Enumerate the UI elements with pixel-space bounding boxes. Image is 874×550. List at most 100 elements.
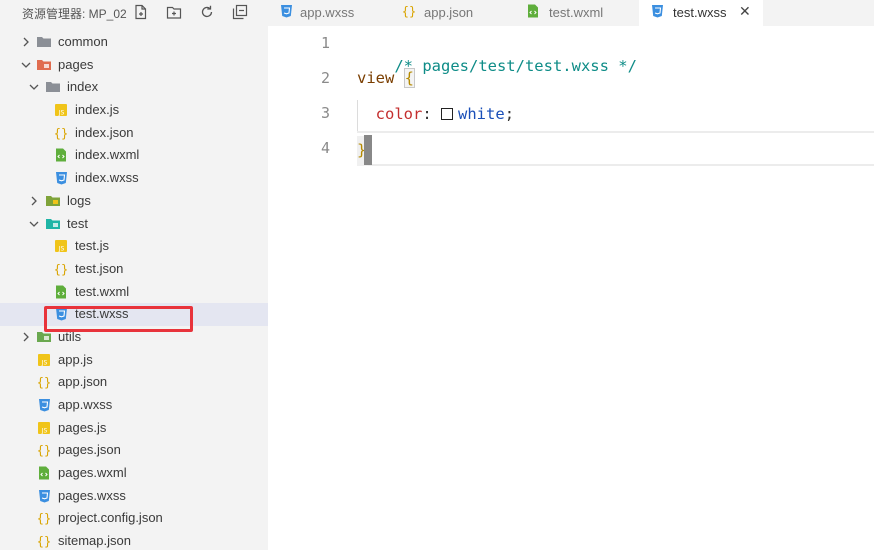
logs-folder-icon <box>45 193 61 209</box>
chevron-down-icon[interactable] <box>28 81 40 93</box>
tree-item-label: utils <box>58 328 82 344</box>
new-folder-icon[interactable] <box>166 4 182 20</box>
code-property: color <box>375 105 423 123</box>
json-file-icon: {} <box>36 533 52 549</box>
tab-app-wxss[interactable]: app.wxss <box>268 0 391 26</box>
chevron-right-icon[interactable] <box>28 195 40 207</box>
tree-file-index-js[interactable]: JS index.js <box>0 99 268 122</box>
tree-file-pages-js[interactable]: JS pages.js <box>0 417 268 440</box>
code-semicolon: ; <box>504 105 515 123</box>
explorer-title: 资源管理器: MP_02 <box>22 7 127 21</box>
tree-file-app-json[interactable]: {} app.json <box>0 371 268 394</box>
js-file-icon: JS <box>53 102 69 118</box>
tree-item-label: index.wxml <box>75 147 140 163</box>
close-icon[interactable]: ✕ <box>739 3 751 19</box>
tree-folder-utils[interactable]: utils <box>0 326 268 349</box>
tree-folder-index[interactable]: index <box>0 76 268 99</box>
refresh-icon[interactable] <box>199 4 215 20</box>
wxss-file-icon <box>36 488 52 504</box>
tree-item-label: logs <box>67 192 91 208</box>
line-number: 3 <box>320 104 330 122</box>
tree-file-pages-wxml[interactable]: pages.wxml <box>0 462 268 485</box>
wxss-file-icon <box>36 397 52 413</box>
color-swatch[interactable] <box>441 108 454 120</box>
chevron-down-icon[interactable] <box>20 59 32 71</box>
line-number: 4 <box>320 139 330 157</box>
tree-file-index-wxss[interactable]: index.wxss <box>0 167 268 190</box>
tab-label: test.wxml <box>549 5 604 20</box>
tree-item-label: sitemap.json <box>58 533 131 549</box>
folder-icon <box>36 34 52 50</box>
file-tree: common pages index JS index.js {} index.… <box>0 31 268 550</box>
collapse-all-icon[interactable] <box>232 4 248 20</box>
tree-file-test-wxml[interactable]: test.wxml <box>0 281 268 304</box>
tree-folder-common[interactable]: common <box>0 31 268 54</box>
tree-file-test-wxss[interactable]: test.wxss <box>0 303 268 326</box>
wxml-file-icon <box>36 465 52 481</box>
tab-app-json[interactable]: {} app.json <box>391 0 515 26</box>
utils-folder-icon <box>36 329 52 345</box>
code-value: white <box>458 105 505 123</box>
tree-item-label: pages.js <box>58 419 107 435</box>
tree-item-label: app.wxss <box>58 397 113 412</box>
tree-file-index-wxml[interactable]: index.wxml <box>0 144 268 167</box>
json-file-icon: {} <box>401 3 417 19</box>
tree-file-project-config-json[interactable]: {} project.config.json <box>0 507 268 530</box>
tree-folder-test[interactable]: test <box>0 213 268 236</box>
tree-file-sitemap-json[interactable]: {} sitemap.json <box>0 530 268 550</box>
tree-file-test-json[interactable]: {} test.json <box>0 258 268 281</box>
editor-tab-bar: app.wxss {} app.json test.wxml test.wxss… <box>268 0 874 26</box>
chevron-right-icon[interactable] <box>20 36 32 48</box>
svg-text:JS: JS <box>41 359 48 366</box>
explorer-header: 资源管理器: MP_02 <box>0 0 268 26</box>
chevron-right-icon[interactable] <box>20 331 32 343</box>
tree-folder-pages[interactable]: pages <box>0 54 268 77</box>
js-file-icon: JS <box>53 238 69 254</box>
tree-file-index-json[interactable]: {} index.json <box>0 122 268 145</box>
text-cursor <box>364 135 372 165</box>
tab-label: app.json <box>424 5 474 20</box>
json-file-icon: {} <box>53 261 69 277</box>
tree-item-label: project.config.json <box>58 510 163 526</box>
svg-text:JS: JS <box>58 110 65 117</box>
tree-item-label: test.js <box>75 238 109 254</box>
json-file-icon: {} <box>36 442 52 458</box>
test-folder-icon <box>45 216 61 232</box>
tree-file-test-js[interactable]: JS test.js <box>0 235 268 258</box>
svg-text:{}: {} <box>402 5 416 19</box>
chevron-down-icon[interactable] <box>28 218 40 230</box>
wxss-file-icon <box>278 3 294 19</box>
wxss-file-icon <box>53 306 69 322</box>
new-file-icon[interactable] <box>133 4 149 20</box>
svg-text:{}: {} <box>54 262 68 276</box>
code-line-3: color: white; <box>357 103 514 125</box>
tab-test-wxss[interactable]: test.wxss ✕ <box>639 0 763 26</box>
code-editor[interactable]: 1 2 3 4 /* pages/test/test.wxss */ view … <box>268 26 874 550</box>
js-file-icon: JS <box>36 420 52 436</box>
tree-file-app-wxss[interactable]: app.wxss <box>0 394 268 417</box>
tab-test-wxml[interactable]: test.wxml <box>515 0 639 26</box>
tree-item-label: pages <box>58 56 94 72</box>
svg-text:JS: JS <box>41 427 48 434</box>
wxml-file-icon <box>525 3 541 19</box>
svg-text:{}: {} <box>37 444 51 458</box>
tree-file-pages-json[interactable]: {} pages.json <box>0 439 268 462</box>
json-file-icon: {} <box>36 510 52 526</box>
tab-label: test.wxss <box>673 5 727 20</box>
tree-item-label: index.wxss <box>75 170 139 186</box>
tree-item-label: pages.json <box>58 442 121 458</box>
wxml-file-icon <box>53 284 69 300</box>
line-number: 2 <box>320 69 330 87</box>
svg-text:{}: {} <box>37 535 51 549</box>
code-brace-open: { <box>403 68 416 88</box>
current-line-highlight <box>357 131 874 166</box>
wxml-file-icon <box>53 147 69 163</box>
tree-folder-logs[interactable]: logs <box>0 190 268 213</box>
svg-text:{}: {} <box>37 376 51 390</box>
tree-file-app-js[interactable]: JS app.js <box>0 349 268 372</box>
tab-label: app.wxss <box>300 5 355 20</box>
tree-item-label: app.js <box>58 351 93 367</box>
tree-file-pages-wxss[interactable]: pages.wxss <box>0 485 268 508</box>
tree-item-label: test.wxml <box>75 283 130 299</box>
